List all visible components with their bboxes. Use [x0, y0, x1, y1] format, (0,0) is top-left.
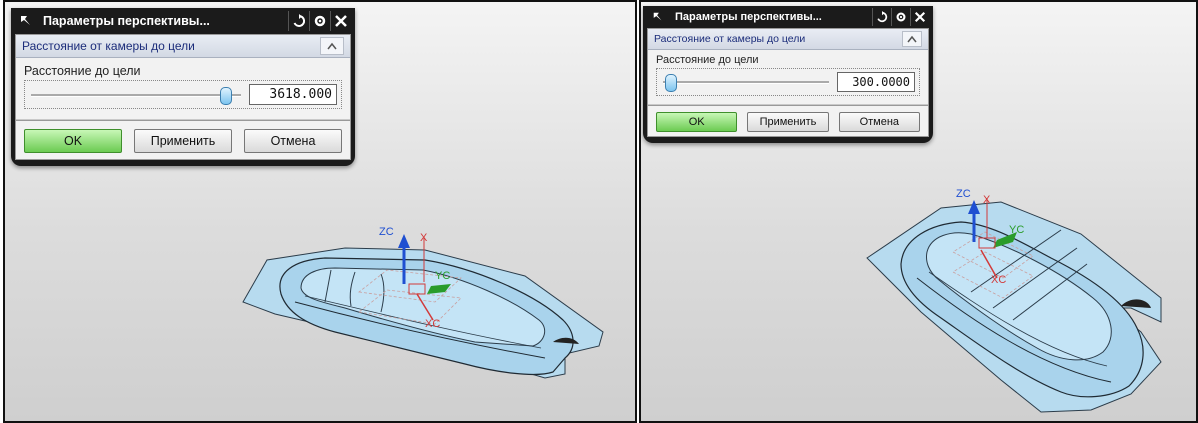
dialog-buttons: OK Применить Отмена [647, 106, 929, 137]
distance-section: Расстояние до цели 3618.000 [16, 58, 350, 120]
dialog-titlebar[interactable]: Параметры перспективы... [643, 6, 933, 28]
apply-button[interactable]: Применить [747, 112, 829, 132]
distance-slider[interactable] [29, 86, 243, 105]
ok-button[interactable]: OK [656, 112, 738, 132]
zc-axis-label-left: ZC [379, 226, 394, 238]
slider-thumb[interactable] [219, 86, 232, 105]
distance-value-input[interactable]: 300.0000 [837, 72, 915, 92]
gear-icon[interactable] [309, 11, 330, 31]
distance-slider-row: 300.0000 [656, 68, 920, 96]
section-header[interactable]: Расстояние от камеры до цели [16, 35, 350, 58]
dialog-titlebar[interactable]: Параметры перспективы... [11, 8, 355, 34]
close-icon[interactable] [910, 8, 929, 26]
xc-axis-label-right: XC [991, 274, 1007, 286]
perspective-dialog-right: Параметры перспективы... Расстояние от к… [643, 6, 933, 143]
reset-icon[interactable] [872, 8, 891, 26]
distance-section: Расстояние до цели 300.0000 [648, 50, 928, 105]
dialog-buttons: OK Применить Отмена [15, 121, 351, 160]
pin-icon[interactable] [15, 14, 37, 28]
zc-axis-label-right: ZC [956, 188, 971, 200]
xc-axis-label-left: XC [425, 318, 441, 330]
distance-label: Расстояние до цели [656, 54, 759, 66]
cancel-button[interactable]: Отмена [838, 112, 920, 132]
dialog-body: Расстояние от камеры до цели Расстояние … [647, 28, 929, 106]
x-axis-label-left: X [420, 232, 428, 244]
distance-slider[interactable] [661, 73, 831, 92]
right-viewport-panel: ZC X YC XC Параметры перспективы... Расс… [639, 0, 1198, 423]
section-header[interactable]: Расстояние от камеры до цели [648, 29, 928, 50]
x-axis-label-right: X [983, 194, 991, 206]
slider-thumb[interactable] [665, 74, 678, 92]
pin-icon[interactable] [647, 11, 669, 23]
section-title: Расстояние от камеры до цели [654, 33, 806, 45]
dialog-body: Расстояние от камеры до цели Расстояние … [15, 34, 351, 121]
dialog-title: Параметры перспективы... [43, 14, 210, 28]
left-viewport-panel: ZC X YC XC Параметры перспективы... Расс… [3, 0, 637, 423]
dialog-title: Параметры перспективы... [675, 11, 822, 23]
perspective-dialog-left: Параметры перспективы... Расстояние от к… [11, 8, 355, 166]
reset-icon[interactable] [288, 11, 309, 31]
yc-axis-label-right: YC [1009, 224, 1025, 236]
cancel-button[interactable]: Отмена [244, 129, 342, 153]
collapse-chevron-up-icon[interactable] [902, 31, 922, 47]
gear-icon[interactable] [891, 8, 910, 26]
distance-slider-row: 3618.000 [24, 80, 342, 109]
collapse-chevron-up-icon[interactable] [320, 37, 344, 55]
ok-button[interactable]: OK [24, 129, 122, 153]
distance-value-input[interactable]: 3618.000 [249, 84, 337, 105]
yc-axis-label-left: YC [435, 270, 451, 282]
distance-label: Расстояние до цели [24, 64, 141, 78]
close-icon[interactable] [330, 11, 351, 31]
apply-button[interactable]: Применить [134, 129, 232, 153]
section-title: Расстояние от камеры до цели [22, 39, 195, 53]
